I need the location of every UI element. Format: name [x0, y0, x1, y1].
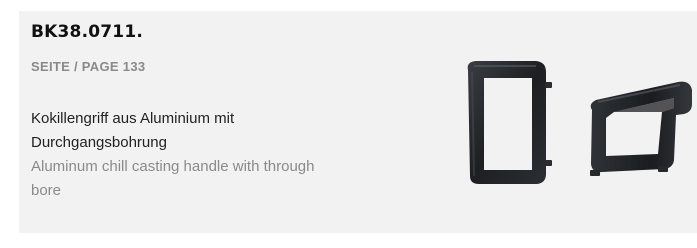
- product-card[interactable]: BK38.0711. SEITE / PAGE 133 Kokillengrif…: [0, 0, 697, 248]
- chill-casting-handle-image: [467, 61, 692, 184]
- description-english: Aluminum chill casting handle with throu…: [31, 158, 315, 199]
- page-reference[interactable]: SEITE / PAGE 133: [31, 59, 145, 75]
- handle-front-view: [467, 61, 552, 184]
- description-german: Kokillengriff aus Aluminium mit Durchgan…: [31, 110, 235, 151]
- product-sku: BK38.0711.: [31, 22, 144, 42]
- handle-perspective-view: [590, 81, 692, 176]
